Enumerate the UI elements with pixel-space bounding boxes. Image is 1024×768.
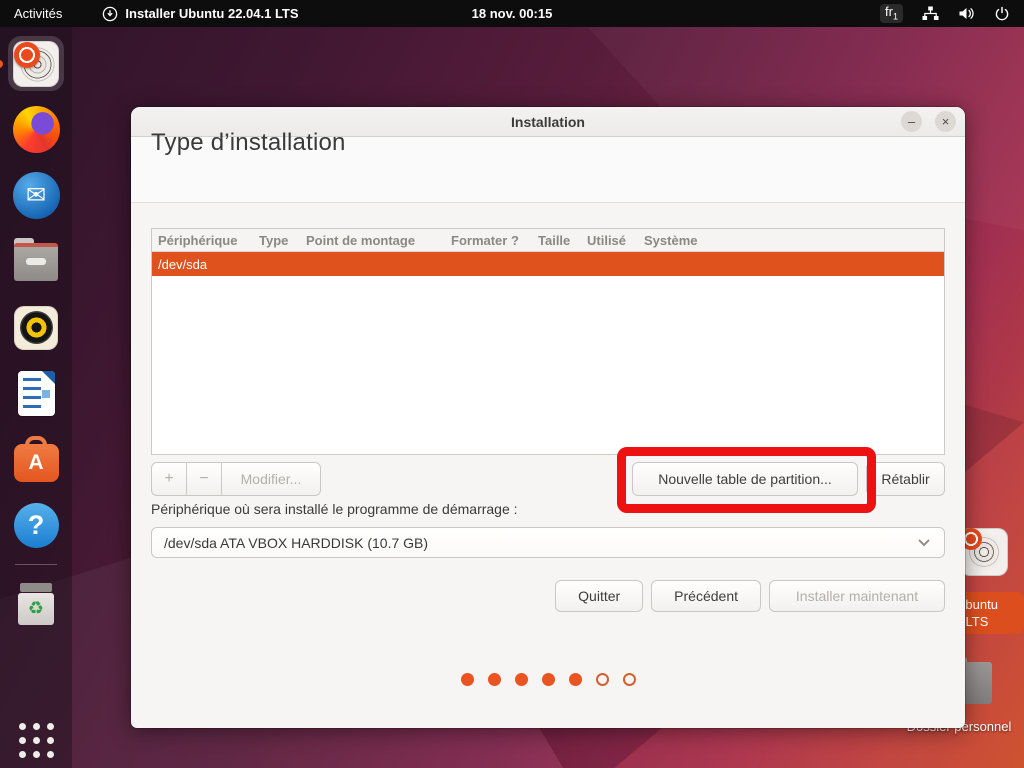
speaker-icon[interactable] (958, 6, 975, 21)
progress-dot-5 (568, 673, 582, 686)
keyboard-layout-indicator[interactable]: fr1 (880, 4, 903, 23)
dock-item-libreoffice-writer[interactable] (8, 366, 64, 421)
new-partition-table-button[interactable]: Nouvelle table de partition... (632, 462, 858, 496)
boot-device-value: /dev/sda ATA VBOX HARDDISK (10.7 GB) (164, 534, 429, 551)
dock-item-firefox[interactable] (8, 102, 64, 157)
boot-device-label: Périphérique où sera installé le program… (151, 501, 518, 517)
partition-table: Périphérique Type Point de montage Formater… (151, 228, 945, 455)
add-partition-button[interactable]: + (151, 462, 186, 496)
power-icon[interactable] (994, 6, 1010, 22)
firefox-icon (12, 106, 60, 153)
remove-partition-button[interactable]: − (186, 462, 221, 496)
wizard-actions: Quitter Précédent Installer maintenant (555, 580, 945, 612)
focused-app-menu[interactable]: Installer Ubuntu 22.04.1 LTS (102, 6, 299, 22)
column-header-0[interactable]: Périphérique (152, 233, 259, 248)
column-header-2[interactable]: Point de montage (306, 233, 451, 248)
revert-button[interactable]: Rétablir (866, 462, 945, 496)
dock-item-thunderbird[interactable]: ✉ (8, 168, 64, 223)
close-button[interactable]: × (935, 111, 956, 132)
installer-label-line2: LTS (965, 614, 989, 629)
partition-toolbar-left: + − Modifier... (151, 462, 321, 496)
desktop-icon-installer[interactable] (960, 528, 1008, 576)
dock-item-trash[interactable]: ♻ (8, 576, 64, 631)
dock-item-rhythmbox[interactable] (8, 300, 64, 355)
chevron-down-icon (918, 539, 930, 546)
progress-dot-3 (514, 673, 528, 686)
boot-device-select[interactable]: /dev/sda ATA VBOX HARDDISK (10.7 GB) (151, 527, 945, 558)
app-grid-icon (18, 723, 54, 758)
row-device-cell: /dev/sda (158, 256, 208, 272)
progress-dot-6 (595, 673, 609, 686)
dock-item-files[interactable] (8, 234, 64, 289)
progress-dot-7 (622, 673, 636, 686)
progress-dot-4 (541, 673, 555, 686)
window-title: Installation (511, 113, 585, 130)
ubuntu-software-icon: A (13, 436, 59, 482)
install-now-button[interactable]: Installer maintenant (769, 580, 945, 612)
dock-item-ubuntu-installer[interactable] (8, 36, 64, 91)
thunderbird-icon: ✉ (12, 172, 60, 219)
column-header-3[interactable]: Formater ? (451, 233, 538, 248)
help-icon: ? (13, 503, 59, 548)
page-title: Type d’installation (151, 129, 346, 156)
activities-button[interactable]: Activités (0, 6, 78, 21)
quit-button[interactable]: Quitter (555, 580, 644, 612)
wired-network-icon[interactable] (922, 6, 939, 21)
partition-table-header: Périphérique Type Point de montage Formater… (152, 229, 944, 252)
dock-divider (15, 564, 57, 565)
libreoffice-writer-icon (17, 371, 55, 416)
files-folder-icon (14, 237, 58, 281)
edit-partition-button[interactable]: Modifier... (221, 462, 321, 496)
installer-window: Installation – × Type d’installation Pér… (131, 107, 965, 728)
dock-item-app-grid[interactable] (8, 713, 64, 768)
trash-icon: ♻ (15, 582, 57, 625)
ubuntu-installer-icon (13, 40, 59, 87)
column-header-4[interactable]: Taille (538, 233, 587, 248)
rhythmbox-icon (14, 305, 58, 350)
focused-app-title: Installer Ubuntu 22.04.1 LTS (125, 6, 299, 21)
column-header-5[interactable]: Utilisé (587, 233, 644, 248)
dock: ✉ A ? ♻ (0, 27, 72, 768)
partition-toolbar-right: Nouvelle table de partition... Rétablir (632, 462, 945, 496)
column-header-1[interactable]: Type (259, 233, 306, 248)
table-row-selected[interactable]: /dev/sda (152, 252, 944, 276)
wizard-progress-dots (131, 673, 965, 686)
minimize-button[interactable]: – (901, 111, 922, 132)
dock-item-ubuntu-software[interactable]: A (8, 432, 64, 487)
column-header-6[interactable]: Système (644, 233, 944, 248)
back-button[interactable]: Précédent (651, 580, 761, 612)
progress-dot-1 (460, 673, 474, 686)
download-circle-icon (103, 6, 118, 21)
progress-dot-2 (487, 673, 501, 686)
top-panel: Activités Installer Ubuntu 22.04.1 LTS 1… (0, 0, 1024, 27)
dock-item-help[interactable]: ? (8, 498, 64, 553)
